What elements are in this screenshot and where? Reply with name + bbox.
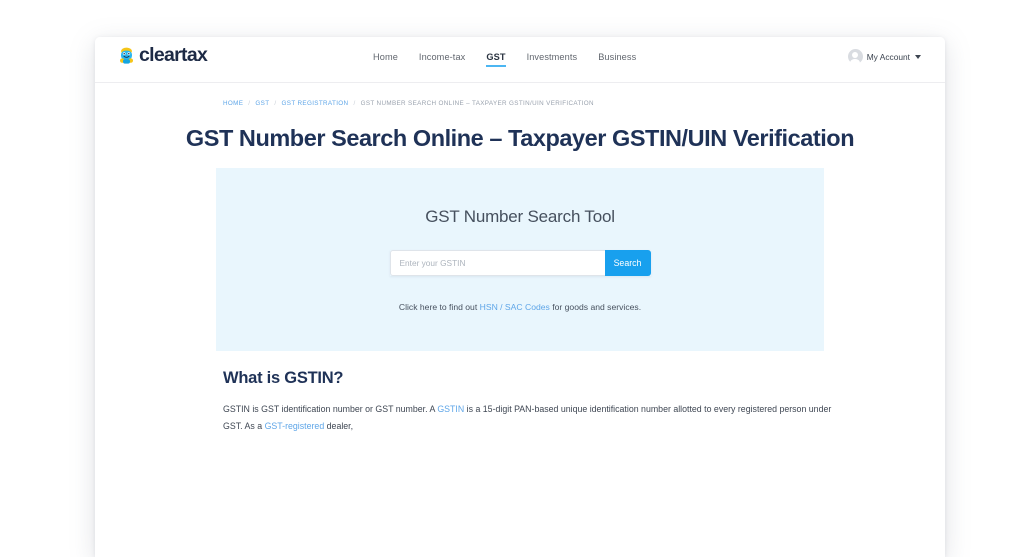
search-tool-title: GST Number Search Tool: [425, 207, 615, 226]
browser-window: cleartax Home Income-tax GST Investments…: [95, 37, 945, 557]
hsn-note-suffix: for goods and services.: [549, 302, 642, 312]
breadcrumb-item-current: GST NUMBER SEARCH ONLINE – TAXPAYER GSTI…: [360, 100, 594, 107]
article-paragraph: GSTIN is GST identification number or GS…: [223, 401, 833, 435]
breadcrumb-separator: /: [248, 100, 251, 107]
user-avatar-icon: [847, 49, 863, 67]
nav-item-income-tax[interactable]: Income-tax: [419, 52, 465, 65]
page-content: HOME / GST / GST REGISTRATION / GST NUMB…: [95, 100, 945, 435]
gstin-search-input[interactable]: [389, 250, 605, 276]
nav-item-business[interactable]: Business: [598, 52, 636, 65]
site-header: cleartax Home Income-tax GST Investments…: [95, 37, 945, 83]
breadcrumb-separator: /: [274, 100, 277, 107]
page-title: GST Number Search Online – Taxpayer GSTI…: [185, 125, 855, 151]
gst-search-form: Search: [389, 250, 651, 276]
gst-search-panel: GST Number Search Tool Search Click here…: [216, 168, 824, 351]
search-button[interactable]: Search: [604, 250, 651, 276]
account-menu-button[interactable]: My Account: [847, 49, 921, 67]
paragraph-text-part1: GSTIN is GST identification number or GS…: [223, 404, 438, 414]
breadcrumb-item-gst-registration[interactable]: GST REGISTRATION: [282, 100, 349, 107]
paragraph-text-part3: dealer,: [324, 420, 354, 431]
nav-item-gst[interactable]: GST: [486, 52, 506, 67]
cleartax-mascot-icon: [117, 46, 136, 65]
brand-logo[interactable]: cleartax: [117, 44, 208, 66]
brand-logo-text: cleartax: [139, 44, 208, 66]
section-heading-what-is-gstin: What is GSTIN?: [223, 369, 344, 387]
hsn-sac-codes-link[interactable]: HSN / SAC Codes: [480, 302, 550, 312]
hsn-note-prefix: Click here to find out: [398, 302, 480, 312]
nav-item-investments[interactable]: Investments: [527, 52, 578, 65]
article-section: What is GSTIN? GSTIN is GST identificati…: [223, 369, 833, 435]
breadcrumb: HOME / GST / GST REGISTRATION / GST NUMB…: [223, 100, 945, 107]
hsn-sac-note: Click here to find out HSN / SAC Codes f…: [216, 302, 824, 312]
gstin-inline-link[interactable]: GSTIN: [437, 404, 464, 414]
gst-registered-inline-link[interactable]: GST-registered: [265, 421, 325, 431]
chevron-down-icon: [915, 54, 921, 59]
breadcrumb-item-home[interactable]: HOME: [223, 100, 243, 107]
nav-item-home[interactable]: Home: [373, 52, 398, 65]
breadcrumb-separator: /: [353, 100, 356, 107]
breadcrumb-item-gst[interactable]: GST: [255, 100, 269, 107]
main-navigation: Home Income-tax GST Investments Business: [373, 52, 636, 67]
account-menu-label: My Account: [866, 51, 910, 62]
